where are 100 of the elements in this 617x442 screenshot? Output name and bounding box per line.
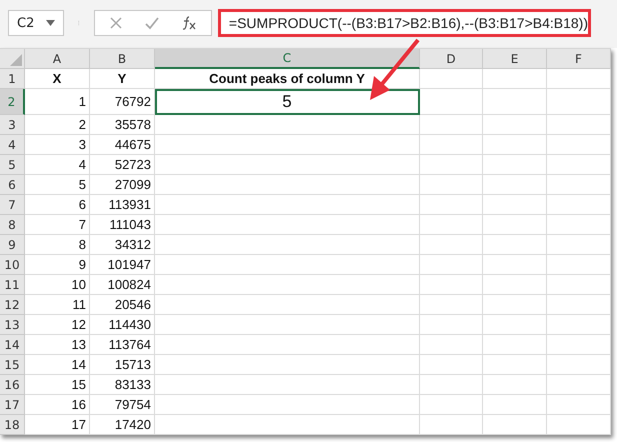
table-cell: 9 <box>25 255 90 275</box>
empty-cell <box>483 175 547 195</box>
empty-cell <box>483 89 547 115</box>
table-cell: 2 <box>25 115 90 135</box>
table-cell: 5 <box>155 89 420 115</box>
empty-cell <box>483 375 547 395</box>
column-header[interactable]: B <box>90 49 155 69</box>
empty-cell <box>483 235 547 255</box>
empty-cell <box>483 355 547 375</box>
table-cell: 4 <box>25 155 90 175</box>
row-header[interactable]: 4 <box>0 135 25 155</box>
name-box[interactable]: C2 <box>8 10 64 36</box>
row-header[interactable]: 1 <box>0 69 25 89</box>
column-header[interactable]: D <box>420 49 483 69</box>
row-header[interactable]: 12 <box>0 295 25 315</box>
empty-cell <box>420 275 483 295</box>
table-cell: 35578 <box>90 115 155 135</box>
empty-cell <box>420 115 483 135</box>
column-header[interactable]: F <box>547 49 611 69</box>
empty-cell <box>420 215 483 235</box>
column-header[interactable]: C <box>155 49 420 69</box>
function-icon[interactable] <box>180 16 197 30</box>
table-cell: 113931 <box>90 195 155 215</box>
table-cell: 5 <box>25 175 90 195</box>
empty-cell <box>420 89 483 115</box>
empty-cell <box>420 335 483 355</box>
table-cell: 113764 <box>90 335 155 355</box>
empty-cell <box>420 175 483 195</box>
formula-field[interactable]: =SUMPRODUCT(--(B3:B17>B2:B16),--(B3:B17>B4:B18)) <box>218 9 591 37</box>
row-header[interactable]: 13 <box>0 315 25 335</box>
row-header[interactable]: 6 <box>0 175 25 195</box>
row-header[interactable]: 9 <box>0 235 25 255</box>
empty-cell <box>483 69 547 89</box>
table-cell: 44675 <box>90 135 155 155</box>
table-cell: 8 <box>25 235 90 255</box>
row-header[interactable]: 7 <box>0 195 25 215</box>
empty-cell <box>483 215 547 235</box>
row-header[interactable]: 11 <box>0 275 25 295</box>
cell-reference: C2 <box>17 16 34 30</box>
empty-cell <box>420 355 483 375</box>
empty-cell <box>483 295 547 315</box>
row-header[interactable]: 10 <box>0 255 25 275</box>
table-cell: 7 <box>25 215 90 235</box>
column-header[interactable]: E <box>483 49 547 69</box>
row-header[interactable]: 17 <box>0 395 25 415</box>
empty-cell <box>483 275 547 295</box>
table-cell: 11 <box>25 295 90 315</box>
row-header[interactable]: 8 <box>0 215 25 235</box>
empty-cell <box>483 315 547 335</box>
empty-cell <box>420 69 483 89</box>
table-cell: 52723 <box>90 155 155 175</box>
cancel-icon[interactable] <box>108 16 123 30</box>
table-cell: 17 <box>25 415 90 435</box>
table-cell: 13 <box>25 335 90 355</box>
table-cell: 83133 <box>90 375 155 395</box>
select-all-corner[interactable] <box>0 49 25 69</box>
checkmark-icon[interactable] <box>144 16 159 30</box>
empty-cell <box>483 195 547 215</box>
table-cell: 76792 <box>90 89 155 115</box>
empty-cell <box>420 375 483 395</box>
row-header[interactable]: 15 <box>0 355 25 375</box>
column-header[interactable]: A <box>25 49 90 69</box>
table-cell: 15 <box>25 375 90 395</box>
table-cell: 1 <box>25 89 90 115</box>
row-header[interactable]: 18 <box>0 415 25 435</box>
table-cell: 17420 <box>90 415 155 435</box>
table-cell: 10 <box>25 275 90 295</box>
row-header[interactable]: 3 <box>0 115 25 135</box>
empty-cell <box>483 395 547 415</box>
empty-cell <box>483 335 547 355</box>
empty-cell <box>483 255 547 275</box>
triangle-icon <box>10 54 22 66</box>
table-cell: 16 <box>25 395 90 415</box>
table-cell: 114430 <box>90 315 155 335</box>
table-cell: 20546 <box>90 295 155 315</box>
empty-cell <box>420 135 483 155</box>
empty-cell <box>420 235 483 255</box>
table-cell: 3 <box>25 135 90 155</box>
empty-cell <box>420 195 483 215</box>
table-cell: 101947 <box>90 255 155 275</box>
table-cell: 34312 <box>90 235 155 255</box>
empty-cell <box>483 135 547 155</box>
row-header[interactable]: 14 <box>0 335 25 355</box>
row-header[interactable]: 5 <box>0 155 25 175</box>
table-cell: 27099 <box>90 175 155 195</box>
table-cell: 15713 <box>90 355 155 375</box>
empty-cell <box>420 395 483 415</box>
table-cell: 12 <box>25 315 90 335</box>
empty-cell <box>420 155 483 175</box>
table-cell: 100824 <box>90 275 155 295</box>
empty-cell <box>483 115 547 135</box>
row-header[interactable]: 2 <box>0 89 25 115</box>
column-title: Y <box>90 69 155 89</box>
caret-icon <box>46 20 56 26</box>
empty-cell <box>420 255 483 275</box>
empty-cell <box>420 295 483 315</box>
empty-cell <box>420 315 483 335</box>
table-cell: 14 <box>25 355 90 375</box>
column-title: X <box>25 69 90 89</box>
row-header[interactable]: 16 <box>0 375 25 395</box>
